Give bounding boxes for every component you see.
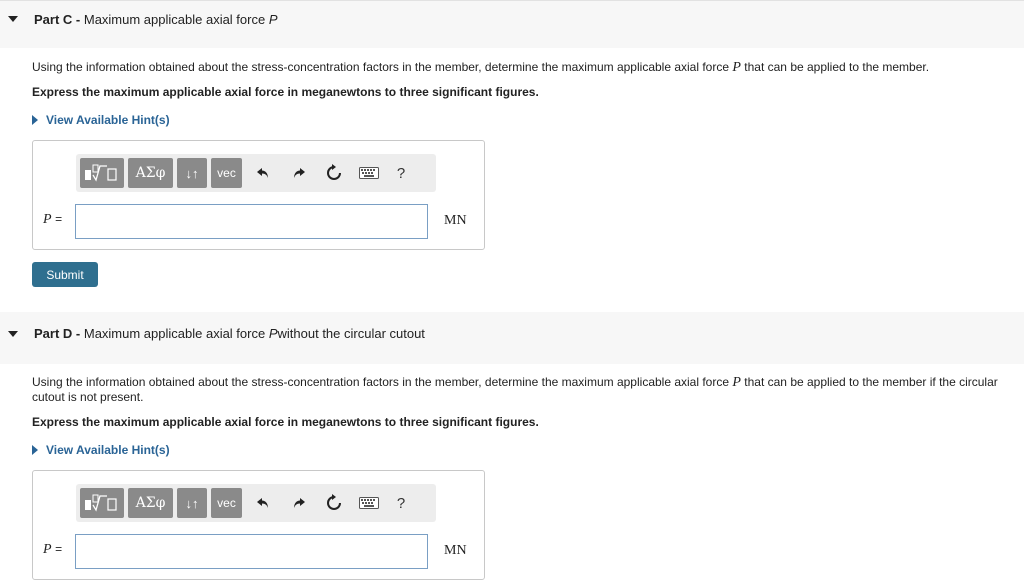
submit-button[interactable]: Submit: [32, 262, 98, 287]
unit-label: MN: [444, 213, 467, 228]
answer-input[interactable]: [75, 534, 428, 569]
math-toolbar: ΑΣφ ↓↑ vec ?: [76, 154, 436, 192]
part-c-description: Using the information obtained about the…: [32, 60, 930, 75]
part-d-answer-box: ΑΣφ ↓↑ vec ? P = MN: [32, 470, 485, 580]
subscript-superscript-icon[interactable]: ↓↑: [177, 158, 207, 188]
help-icon[interactable]: ?: [391, 493, 411, 513]
collapse-caret-icon[interactable]: [8, 16, 18, 22]
greek-letters-icon[interactable]: ΑΣφ: [128, 488, 173, 518]
part-c-hint-link[interactable]: View Available Hint(s): [32, 113, 170, 127]
part-d-instruction: Express the maximum applicable axial for…: [32, 415, 539, 429]
templates-icon[interactable]: [80, 488, 124, 518]
vector-icon[interactable]: vec: [211, 488, 242, 518]
part-c-header[interactable]: Part C - Maximum applicable axial force …: [0, 0, 1024, 48]
expand-triangle-icon: [32, 115, 38, 125]
redo-icon[interactable]: [289, 163, 309, 183]
undo-icon[interactable]: [253, 493, 273, 513]
collapse-caret-icon[interactable]: [8, 331, 18, 337]
help-icon[interactable]: ?: [391, 163, 411, 183]
keyboard-icon[interactable]: [357, 163, 381, 183]
templates-icon[interactable]: [80, 158, 124, 188]
answer-input[interactable]: [75, 204, 428, 239]
part-d-hint-link[interactable]: View Available Hint(s): [32, 443, 170, 457]
part-d-title: Part D - Maximum applicable axial force …: [34, 326, 425, 341]
variable-label: P =: [43, 212, 63, 227]
variable-label: P =: [43, 542, 63, 557]
part-d-description: Using the information obtained about the…: [32, 375, 998, 404]
part-c-title: Part C - Maximum applicable axial force …: [34, 12, 278, 27]
part-d-header[interactable]: Part D - Maximum applicable axial force …: [0, 312, 1024, 364]
reset-icon[interactable]: [324, 163, 344, 183]
redo-icon[interactable]: [289, 493, 309, 513]
unit-label: MN: [444, 543, 467, 558]
keyboard-icon[interactable]: [357, 493, 381, 513]
expand-triangle-icon: [32, 445, 38, 455]
reset-icon[interactable]: [324, 493, 344, 513]
greek-letters-icon[interactable]: ΑΣφ: [128, 158, 173, 188]
undo-icon[interactable]: [253, 163, 273, 183]
math-toolbar: ΑΣφ ↓↑ vec ?: [76, 484, 436, 522]
part-c-answer-box: ΑΣφ ↓↑ vec ? P = MN: [32, 140, 485, 250]
vector-icon[interactable]: vec: [211, 158, 242, 188]
part-c-instruction: Express the maximum applicable axial for…: [32, 85, 539, 99]
subscript-superscript-icon[interactable]: ↓↑: [177, 488, 207, 518]
